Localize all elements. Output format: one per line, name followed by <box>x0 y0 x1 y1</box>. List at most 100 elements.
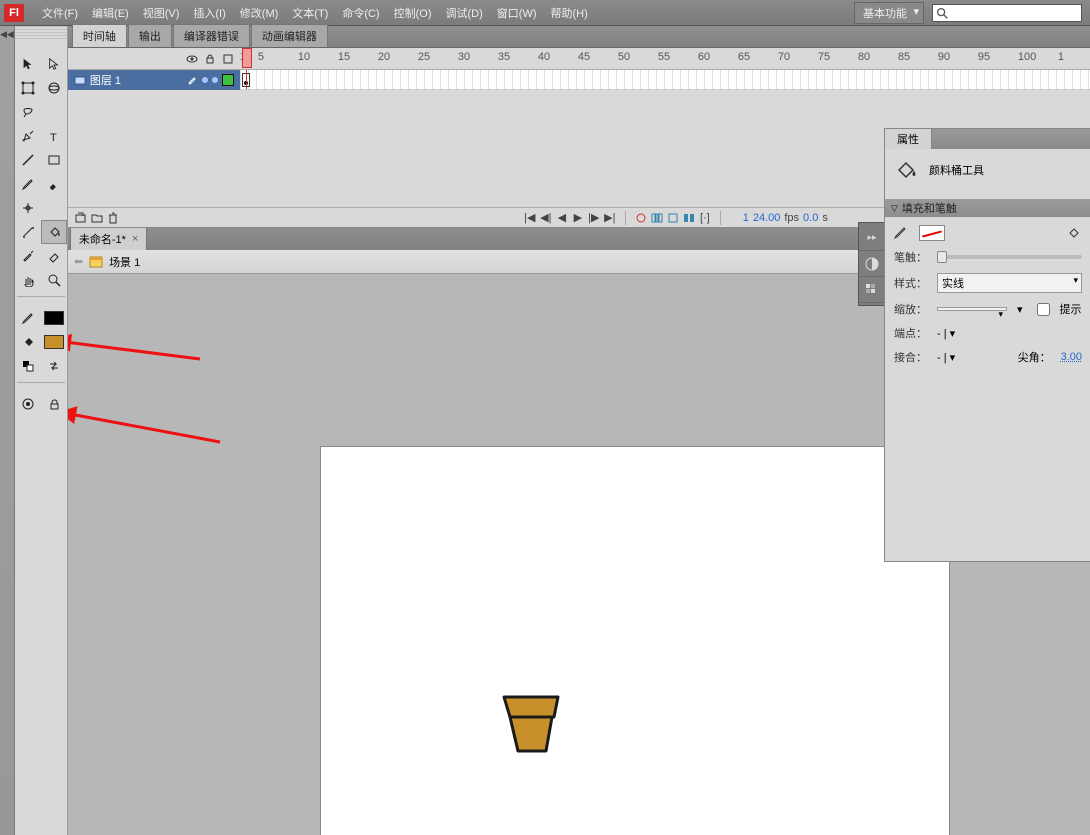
stroke-none-swatch[interactable] <box>919 225 945 241</box>
stroke-label: 笔触： <box>893 249 927 265</box>
onion-markers-button[interactable]: [·] <box>698 211 712 225</box>
selection-tool[interactable] <box>15 52 41 76</box>
paint-bucket-tool[interactable] <box>41 220 67 244</box>
delete-layer-button[interactable] <box>106 211 120 225</box>
join-label: 接合： <box>893 349 927 365</box>
layer-vis-dot[interactable] <box>202 77 208 83</box>
toolbox-grip[interactable] <box>15 26 67 40</box>
menu-file[interactable]: 文件(F) <box>36 2 84 24</box>
style-dropdown[interactable]: 实线 <box>937 273 1082 293</box>
doc-name: 未命名-1* <box>79 231 126 247</box>
frames-track[interactable] <box>240 70 1090 90</box>
panel-collapse-gutter[interactable]: ◀◀ <box>0 26 15 835</box>
app-icon: Fl <box>4 4 24 22</box>
layer-color-chip[interactable] <box>222 74 234 86</box>
close-doc-icon[interactable]: × <box>132 233 138 245</box>
scale-dropdown[interactable] <box>937 307 1007 311</box>
new-folder-button[interactable] <box>90 211 104 225</box>
workspace-dropdown[interactable]: 基本功能 <box>854 2 924 24</box>
properties-tab[interactable]: 属性 <box>885 129 932 149</box>
text-tool[interactable]: T <box>41 124 67 148</box>
empty-tool-2 <box>41 196 67 220</box>
step-back-button[interactable]: ◀| <box>539 211 553 225</box>
empty-tool-1 <box>41 100 67 124</box>
subselection-tool[interactable] <box>41 52 67 76</box>
option-gap-size[interactable] <box>15 392 41 416</box>
search-icon <box>935 6 949 20</box>
deco-tool[interactable] <box>15 196 41 220</box>
menu-insert[interactable]: 插入(I) <box>187 2 231 24</box>
stroke-color-tool[interactable] <box>15 306 41 330</box>
black-white-tool[interactable] <box>15 354 41 378</box>
paint-bucket-icon <box>893 157 919 183</box>
menu-debug[interactable]: 调试(D) <box>440 2 489 24</box>
tab-output[interactable]: 输出 <box>128 24 172 47</box>
step-fwd-button[interactable]: |▶ <box>587 211 601 225</box>
menu-help[interactable]: 帮助(H) <box>545 2 594 24</box>
play-back-button[interactable]: ◀ <box>555 211 569 225</box>
zoom-tool[interactable] <box>41 268 67 292</box>
tab-motion[interactable]: 动画编辑器 <box>251 24 328 47</box>
free-transform-tool[interactable] <box>15 76 41 100</box>
visibility-icon[interactable] <box>186 53 198 65</box>
main-menu: 文件(F) 编辑(E) 视图(V) 插入(I) 修改(M) 文本(T) 命令(C… <box>36 2 594 24</box>
swap-colors-tool[interactable] <box>41 354 67 378</box>
hand-tool[interactable] <box>15 268 41 292</box>
eyedropper-tool[interactable] <box>15 244 41 268</box>
scale-label: 缩放： <box>893 301 927 317</box>
fill-stroke-section[interactable]: 填充和笔触 <box>885 199 1090 217</box>
menu-commands[interactable]: 命令(C) <box>336 2 385 24</box>
join-value[interactable]: - | ▾ <box>937 351 955 364</box>
3d-rotation-tool[interactable] <box>41 76 67 100</box>
menu-control[interactable]: 控制(O) <box>388 2 438 24</box>
lock-icon[interactable] <box>204 53 216 65</box>
tab-timeline[interactable]: 时间轴 <box>72 24 127 47</box>
loop-button[interactable] <box>634 211 648 225</box>
play-button[interactable]: ▶ <box>571 211 585 225</box>
new-layer-button[interactable] <box>74 211 88 225</box>
option-lock-fill[interactable] <box>41 392 67 416</box>
stage-canvas[interactable] <box>320 446 950 835</box>
menu-text[interactable]: 文本(T) <box>286 2 334 24</box>
playhead[interactable] <box>242 48 252 68</box>
menu-view[interactable]: 视图(V) <box>137 2 186 24</box>
scene-icon <box>89 255 103 269</box>
layer-lock-dot[interactable] <box>212 77 218 83</box>
rectangle-tool[interactable] <box>41 148 67 172</box>
pencil-tool[interactable] <box>15 172 41 196</box>
bucket-mini-icon <box>1066 225 1082 241</box>
doc-tab[interactable]: 未命名-1* × <box>70 227 148 250</box>
stroke-color-swatch[interactable] <box>41 306 67 330</box>
stroke-slider[interactable] <box>937 255 1082 259</box>
search-input[interactable] <box>932 4 1082 22</box>
layer-row[interactable]: 图层 1 <box>68 70 1090 90</box>
fill-color-swatch[interactable] <box>41 330 67 354</box>
back-button[interactable]: ⬅ <box>74 255 83 268</box>
drawing-cup[interactable] <box>496 691 566 761</box>
menu-modify[interactable]: 修改(M) <box>234 2 285 24</box>
onion-outline-button[interactable] <box>666 211 680 225</box>
outline-icon[interactable] <box>222 53 234 65</box>
current-frame: 1 <box>729 212 749 224</box>
menu-edit[interactable]: 编辑(E) <box>86 2 135 24</box>
cap-value[interactable]: - | ▾ <box>937 327 955 340</box>
goto-last-button[interactable]: ▶| <box>603 211 617 225</box>
goto-first-button[interactable]: |◀ <box>523 211 537 225</box>
dock-swatches-icon[interactable] <box>859 277 885 303</box>
lasso-tool[interactable] <box>15 100 41 124</box>
onion-skin-button[interactable] <box>650 211 664 225</box>
tab-errors[interactable]: 编译器错误 <box>173 24 250 47</box>
line-tool[interactable] <box>15 148 41 172</box>
eraser-tool[interactable] <box>41 244 67 268</box>
fill-color-tool[interactable] <box>15 330 41 354</box>
menu-window[interactable]: 窗口(W) <box>491 2 543 24</box>
dock-color-icon[interactable] <box>859 251 885 277</box>
miter-value[interactable]: 3.00 <box>1061 351 1082 363</box>
dock-expand-button[interactable]: ▸▸ <box>859 225 885 251</box>
brush-tool[interactable] <box>41 172 67 196</box>
bone-tool[interactable] <box>15 220 41 244</box>
hinting-checkbox[interactable] <box>1037 303 1050 316</box>
edit-multiple-button[interactable] <box>682 211 696 225</box>
pen-tool[interactable] <box>15 124 41 148</box>
timeline-ruler[interactable]: 1510152025303540455055606570758085909510… <box>240 48 1090 69</box>
